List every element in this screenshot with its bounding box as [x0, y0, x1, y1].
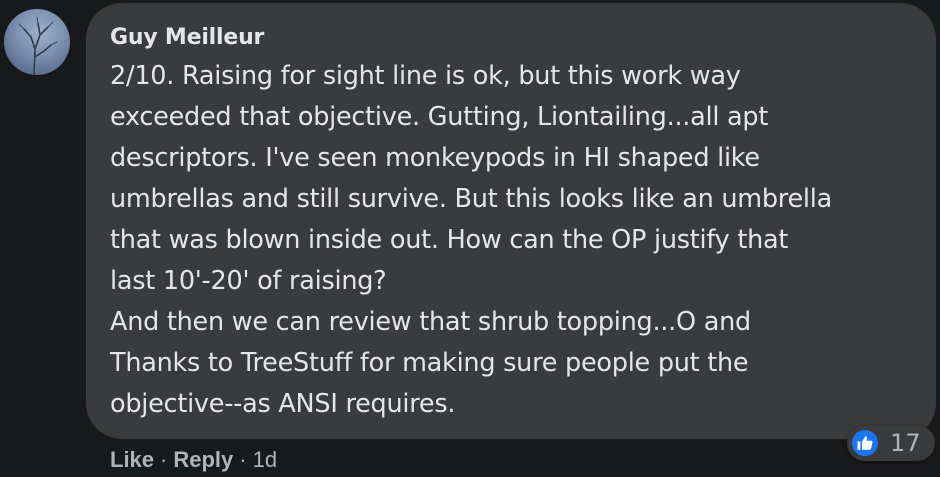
comment-author[interactable]: Guy Meilleur [110, 22, 936, 54]
comment-timestamp[interactable]: 1d [253, 447, 277, 473]
avatar[interactable] [4, 9, 70, 75]
reply-button[interactable]: Reply [173, 447, 233, 473]
comment-text: 2/10. Raising for sight line is ok, but … [110, 56, 936, 425]
comment-line: last 10'-20' of raising? [110, 266, 387, 296]
comment-actions: Like · Reply · 1d [110, 444, 277, 476]
comment-bubble: Guy Meilleur 2/10. Raising for sight lin… [86, 3, 936, 439]
comment-line: exceeded that objective. Gutting, Lionta… [110, 102, 769, 132]
reaction-count: 17 [890, 429, 921, 457]
comment-line: descriptors. I've seen monkeypods in HI … [110, 143, 760, 173]
comment-line: And then we can review that shrub toppin… [110, 307, 751, 337]
separator-dot: · [239, 447, 247, 472]
comment-line: umbrellas and still survive. But this lo… [110, 184, 832, 214]
comment-line: Thanks to TreeStuff for making sure peop… [110, 348, 749, 378]
profile-photo [18, 16, 58, 75]
separator-dot: · [160, 447, 168, 472]
comment-line: objective--as ANSI requires. [110, 389, 456, 419]
comment-line: that was blown inside out. How can the O… [110, 225, 789, 255]
thumbs-up-icon [850, 428, 880, 458]
comment-line: 2/10. Raising for sight line is ok, but … [110, 61, 741, 91]
like-button[interactable]: Like [110, 447, 154, 473]
reaction-summary[interactable]: 17 [847, 425, 935, 461]
